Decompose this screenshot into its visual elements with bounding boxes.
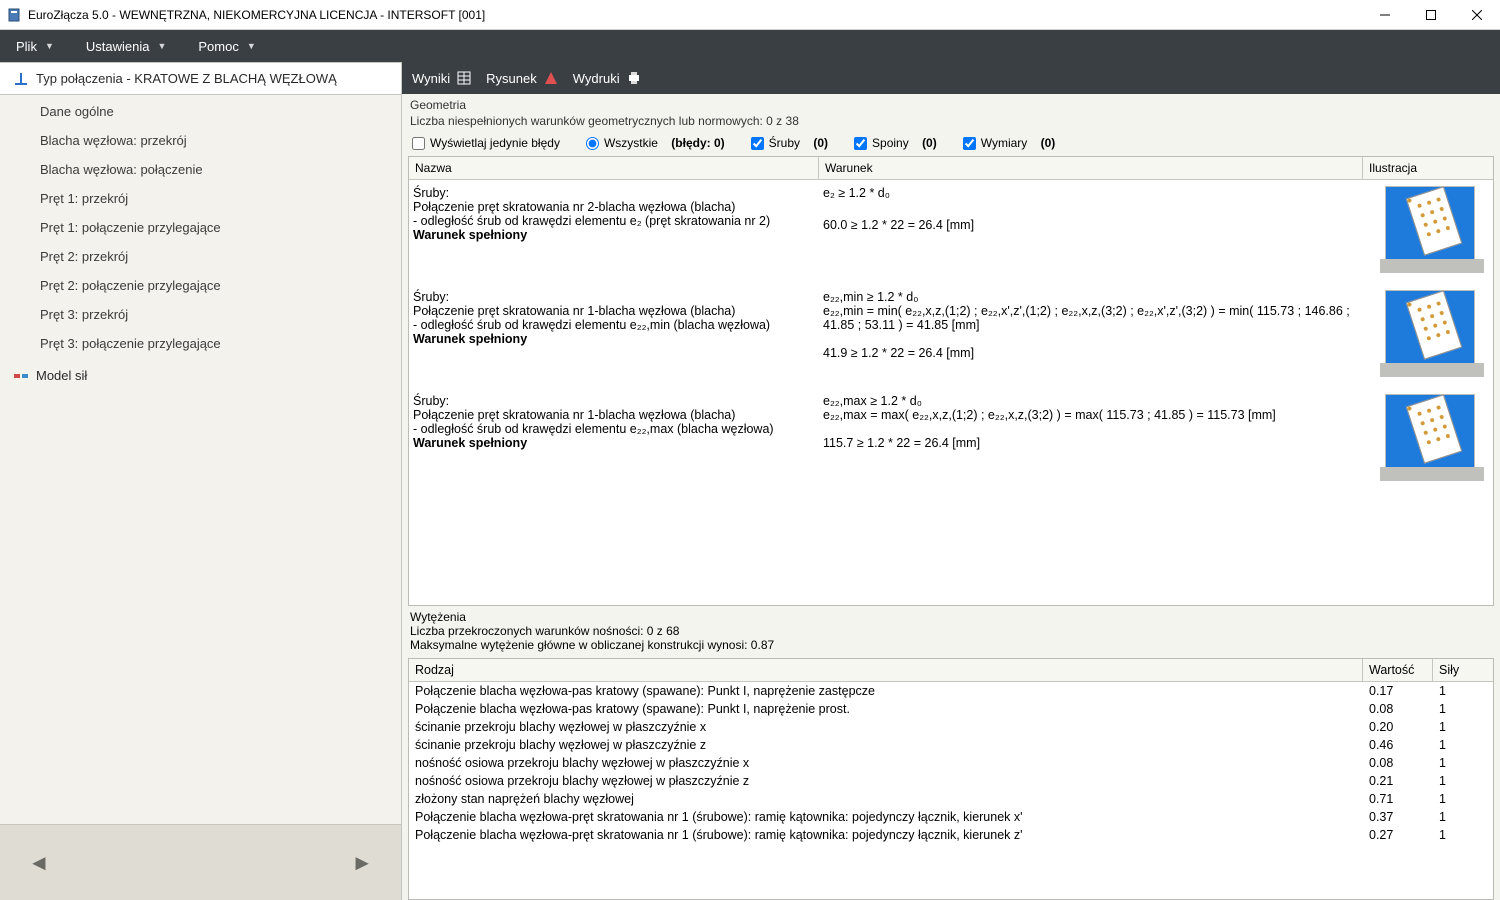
geometry-filters: Wyświetlaj jedynie błędy Wszystkie (błęd…: [402, 132, 1500, 156]
close-button[interactable]: [1454, 0, 1500, 30]
col-warunek[interactable]: Warunek: [819, 157, 1363, 179]
wytezenia-line2: Maksymalne wytężenie główne w obliczanej…: [410, 638, 1492, 652]
geometry-row: Śruby: Połączenie pręt skratowania nr 1-…: [409, 284, 1493, 388]
geometry-grid-body[interactable]: Śruby: Połączenie pręt skratowania nr 2-…: [409, 180, 1493, 605]
toolbar-wyniki[interactable]: Wyniki: [412, 70, 472, 86]
app-icon: [6, 7, 22, 23]
caret-down-icon: ▼: [45, 41, 54, 51]
table-row: Połączenie blacha węzłowa-pas kratowy (s…: [409, 700, 1493, 718]
menu-plik[interactable]: Plik▼: [0, 30, 70, 62]
table-row: nośność osiowa przekroju blachy węzłowej…: [409, 754, 1493, 772]
menu-pomoc[interactable]: Pomoc▼: [182, 30, 271, 62]
table-row: Połączenie blacha węzłowa-pręt skratowan…: [409, 808, 1493, 826]
sidebar-footer-nav: ◄ ►: [0, 824, 401, 900]
col-sily[interactable]: Siły: [1433, 659, 1493, 681]
table-row: ścinanie przekroju blachy węzłowej w pła…: [409, 718, 1493, 736]
filter-all[interactable]: Wszystkie (błędy: 0): [586, 136, 725, 150]
geometry-row: Śruby: Połączenie pręt skratowania nr 1-…: [409, 388, 1493, 492]
col-nazwa[interactable]: Nazwa: [409, 157, 819, 179]
sidebar-item-pret3-przekroj[interactable]: Pręt 3: przekrój: [0, 300, 401, 329]
col-rodzaj[interactable]: Rodzaj: [409, 659, 1363, 681]
forces-model-icon: [14, 369, 28, 383]
caret-down-icon: ▼: [247, 41, 256, 51]
table-icon: [456, 70, 472, 86]
bolt-plate-illustration: [1385, 290, 1475, 368]
table-row: nośność osiowa przekroju blachy węzłowej…: [409, 772, 1493, 790]
filter-errors-only[interactable]: Wyświetlaj jedynie błędy: [412, 136, 560, 150]
sidebar-item-pret2-polaczenie[interactable]: Pręt 2: połączenie przylegające: [0, 271, 401, 300]
titlebar: EuroZłącza 5.0 - WEWNĘTRZNA, NIEKOMERCYJ…: [0, 0, 1500, 30]
table-row: Połączenie blacha węzłowa-pręt skratowan…: [409, 826, 1493, 844]
filter-spoiny[interactable]: Spoiny (0): [854, 136, 937, 150]
sidebar-header-model-sil[interactable]: Model sił: [0, 360, 401, 391]
sidebar-item-dane-ogolne[interactable]: Dane ogólne: [0, 97, 401, 126]
sidebar-header-connection-type[interactable]: Typ połączenia - KRATOWE Z BLACHĄ WĘZŁOW…: [0, 62, 401, 95]
toolbar-wydruki[interactable]: Wydruki: [573, 70, 642, 86]
geometry-subtitle: Liczba niespełnionych warunków geometryc…: [402, 114, 1500, 132]
nav-next-button[interactable]: ►: [351, 850, 373, 876]
bolt-plate-illustration: [1385, 186, 1475, 264]
wytezenia-grid-header: Rodzaj Wartość Siły: [409, 659, 1493, 682]
geometry-grid: Nazwa Warunek Ilustracja Śruby: Połączen…: [408, 156, 1494, 606]
geometry-title: Geometria: [402, 94, 1500, 114]
sidebar-item-pret1-polaczenie[interactable]: Pręt 1: połączenie przylegające: [0, 213, 401, 242]
print-icon: [626, 70, 642, 86]
wytezenia-line1: Liczba przekroczonych warunków nośności:…: [410, 624, 1492, 638]
maximize-button[interactable]: [1408, 0, 1454, 30]
menubar: Plik▼ Ustawienia▼ Pomoc▼: [0, 30, 1500, 62]
nav-prev-button[interactable]: ◄: [28, 850, 50, 876]
sidebar-header-label: Typ połączenia - KRATOWE Z BLACHĄ WĘZŁOW…: [36, 71, 337, 86]
minimize-button[interactable]: [1362, 0, 1408, 30]
table-row: Połączenie blacha węzłowa-pas kratowy (s…: [409, 682, 1493, 700]
sidebar-item-pret3-polaczenie[interactable]: Pręt 3: połączenie przylegające: [0, 329, 401, 358]
wytezenia-title: Wytężenia: [410, 610, 1492, 624]
wytezenia-grid-body[interactable]: Połączenie blacha węzłowa-pas kratowy (s…: [409, 682, 1493, 899]
wytezenia-grid: Rodzaj Wartość Siły Połączenie blacha wę…: [408, 658, 1494, 900]
window-title: EuroZłącza 5.0 - WEWNĘTRZNA, NIEKOMERCYJ…: [28, 8, 485, 22]
table-row: ścinanie przekroju blachy węzłowej w pła…: [409, 736, 1493, 754]
geometry-row: Śruby: Połączenie pręt skratowania nr 2-…: [409, 180, 1493, 284]
sidebar: Typ połączenia - KRATOWE Z BLACHĄ WĘZŁOW…: [0, 62, 402, 900]
sidebar-item-pret1-przekroj[interactable]: Pręt 1: przekrój: [0, 184, 401, 213]
filter-wymiary[interactable]: Wymiary (0): [963, 136, 1056, 150]
filter-sruby[interactable]: Śruby (0): [751, 136, 828, 150]
menu-ustawienia[interactable]: Ustawienia▼: [70, 30, 183, 62]
sidebar-item-blacha-polaczenie[interactable]: Blacha węzłowa: połączenie: [0, 155, 401, 184]
geometry-grid-header: Nazwa Warunek Ilustracja: [409, 157, 1493, 180]
sidebar-item-blacha-przekroj[interactable]: Blacha węzłowa: przekrój: [0, 126, 401, 155]
caret-down-icon: ▼: [157, 41, 166, 51]
bolt-plate-illustration: [1385, 394, 1475, 472]
sidebar-item-pret2-przekroj[interactable]: Pręt 2: przekrój: [0, 242, 401, 271]
col-ilustracja[interactable]: Ilustracja: [1363, 157, 1493, 179]
connection-type-icon: [14, 72, 28, 86]
toolbar-rysunek[interactable]: Rysunek: [486, 70, 559, 86]
results-toolbar: Wyniki Rysunek Wydruki: [402, 62, 1500, 94]
drawing-icon: [543, 70, 559, 86]
sidebar-model-label: Model sił: [36, 368, 87, 383]
col-wartosc[interactable]: Wartość: [1363, 659, 1433, 681]
sidebar-tree: Dane ogólne Blacha węzłowa: przekrój Bla…: [0, 95, 401, 360]
table-row: złożony stan naprężeń blachy węzłowej0.7…: [409, 790, 1493, 808]
